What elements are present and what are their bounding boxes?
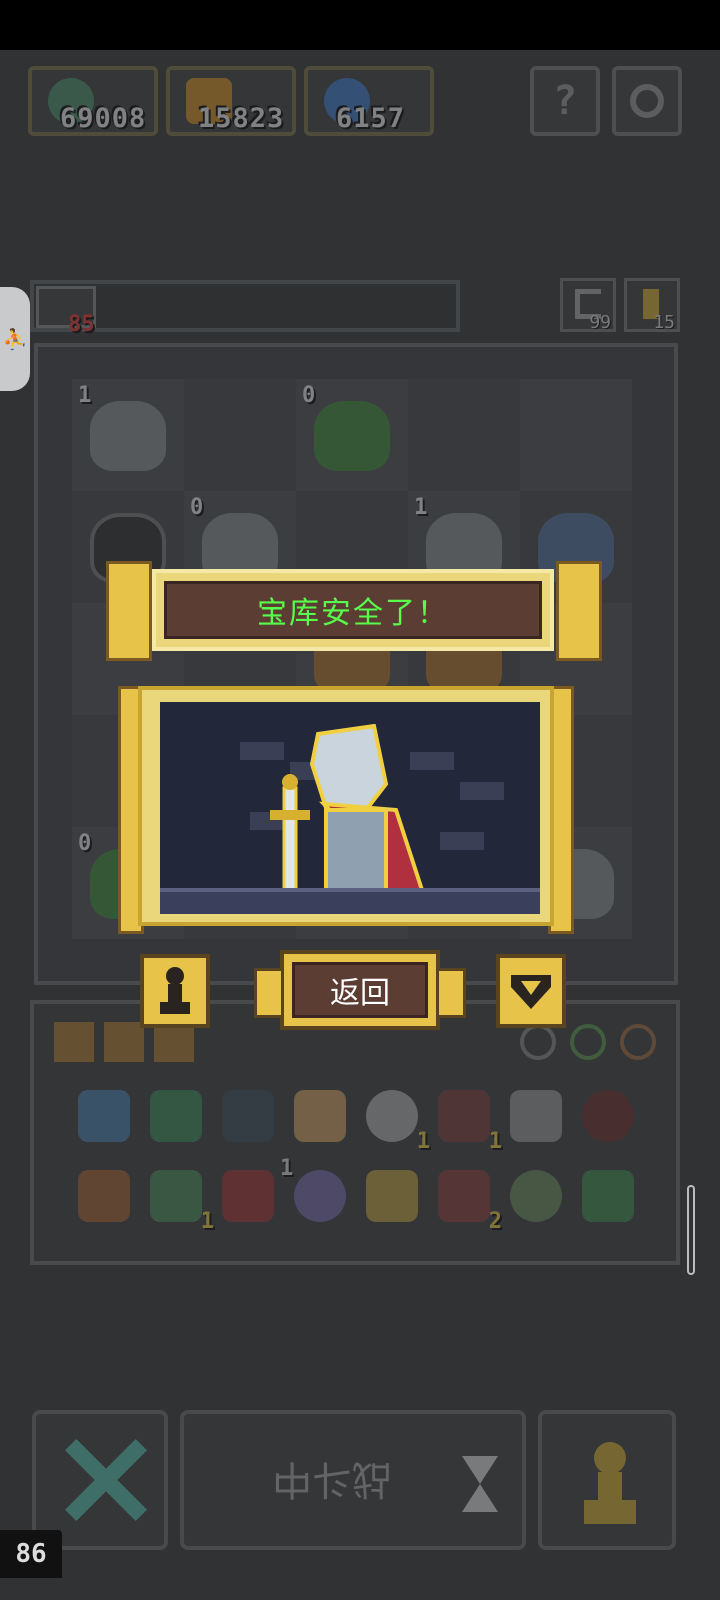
- gem-counter[interactable]: 6157: [304, 66, 434, 136]
- knight-hero-image: [270, 724, 425, 894]
- result-title: 宝库安全了！: [164, 581, 542, 639]
- hourglass-icon: [462, 1456, 498, 1512]
- stack-count: 1: [414, 495, 428, 520]
- shield-item-icon[interactable]: [78, 1090, 130, 1142]
- gold-value: 69008: [60, 103, 147, 134]
- settings-button[interactable]: [612, 66, 682, 136]
- item-count: 2: [488, 1209, 502, 1234]
- undo-count: 99: [589, 312, 611, 333]
- butterfly-item-icon[interactable]: [510, 1170, 562, 1222]
- back-left-ornament: [254, 968, 284, 1018]
- banner-frame: 宝库安全了！: [152, 569, 554, 651]
- accessibility-icon: ⛹: [2, 327, 28, 351]
- sparkle-item-icon[interactable]: 1: [280, 1156, 346, 1222]
- jar-item-icon[interactable]: [582, 1170, 634, 1222]
- accessibility-tab[interactable]: ⛹: [0, 287, 30, 391]
- pawn-icon: [584, 1442, 636, 1524]
- eye-item-icon[interactable]: [510, 1090, 562, 1142]
- board-cell[interactable]: [408, 379, 520, 491]
- level-number: 85: [68, 312, 95, 337]
- gold-counter[interactable]: 69008: [28, 66, 158, 136]
- gear-icon: [630, 84, 664, 118]
- status-bar: [0, 0, 720, 50]
- board-cell[interactable]: 1: [72, 379, 184, 491]
- back-right-ornament: [436, 968, 466, 1018]
- back-label: 返回: [292, 962, 428, 1018]
- undo-button[interactable]: 99: [560, 278, 616, 333]
- help-button[interactable]: ?: [530, 66, 600, 136]
- bread-item-icon[interactable]: [294, 1090, 346, 1142]
- battle-label: 战斗中: [272, 1456, 392, 1502]
- item-count: 1: [488, 1129, 502, 1154]
- stack-count: 1: [78, 383, 92, 408]
- tile-piece-icon[interactable]: [54, 1022, 94, 1062]
- key-button[interactable]: 15: [624, 278, 680, 333]
- crest-item-icon[interactable]: [222, 1170, 274, 1222]
- pawn-button[interactable]: [140, 954, 210, 1028]
- banner-left-ornament: [106, 561, 152, 661]
- fps-counter: 86: [0, 1530, 62, 1578]
- mimic-item-icon[interactable]: 2: [438, 1170, 502, 1234]
- turtle-item-icon[interactable]: [150, 1090, 202, 1142]
- goblin-monster-icon: [314, 401, 390, 471]
- hero-scene: [118, 686, 574, 934]
- result-banner: 宝库安全了！: [78, 561, 628, 661]
- tile-piece-icon[interactable]: [104, 1022, 144, 1062]
- favorite-button[interactable]: [496, 954, 566, 1028]
- potion-item-icon[interactable]: 1: [150, 1170, 214, 1234]
- board-cell[interactable]: 0: [296, 379, 408, 491]
- result-actions: 返回: [140, 950, 580, 1040]
- cancel-button[interactable]: [32, 1410, 168, 1550]
- pistol-item-icon[interactable]: 1: [438, 1090, 502, 1154]
- item-count: 1: [280, 1156, 294, 1181]
- question-icon: ?: [552, 78, 578, 124]
- feathers-item-icon[interactable]: [366, 1170, 418, 1222]
- board-cell[interactable]: [520, 379, 632, 491]
- stack-count: 0: [302, 383, 316, 408]
- key-count: 15: [653, 312, 675, 333]
- dungeon-floor: [160, 888, 540, 914]
- back-button[interactable]: 返回: [254, 950, 466, 1030]
- compass-item-icon[interactable]: 1: [366, 1090, 430, 1154]
- stack-count: 0: [190, 495, 204, 520]
- armor-item-icon[interactable]: [222, 1090, 274, 1142]
- hero-button[interactable]: [538, 1410, 676, 1550]
- trophy-value: 15823: [198, 103, 285, 134]
- pawn-icon: [160, 967, 190, 1014]
- gem-value: 6157: [336, 103, 406, 134]
- ring-slot-icon[interactable]: [620, 1024, 656, 1060]
- scene-frame: [138, 686, 554, 926]
- heart-shield-icon: [511, 975, 551, 1009]
- board-cell[interactable]: [184, 379, 296, 491]
- item-count: 1: [200, 1209, 214, 1234]
- item-count: 1: [416, 1129, 430, 1154]
- scrollbar[interactable]: [687, 1185, 695, 1275]
- battle-button[interactable]: 战斗中: [180, 1410, 526, 1550]
- crosshair-item-icon[interactable]: [582, 1090, 634, 1142]
- dagger-item-icon[interactable]: [78, 1170, 130, 1222]
- trophy-counter[interactable]: 15823: [166, 66, 296, 136]
- close-icon: [64, 1438, 146, 1520]
- beholder-monster-icon: [90, 401, 166, 471]
- stack-count: 0: [78, 831, 92, 856]
- dungeon-view: [160, 702, 540, 914]
- banner-right-ornament: [556, 561, 602, 661]
